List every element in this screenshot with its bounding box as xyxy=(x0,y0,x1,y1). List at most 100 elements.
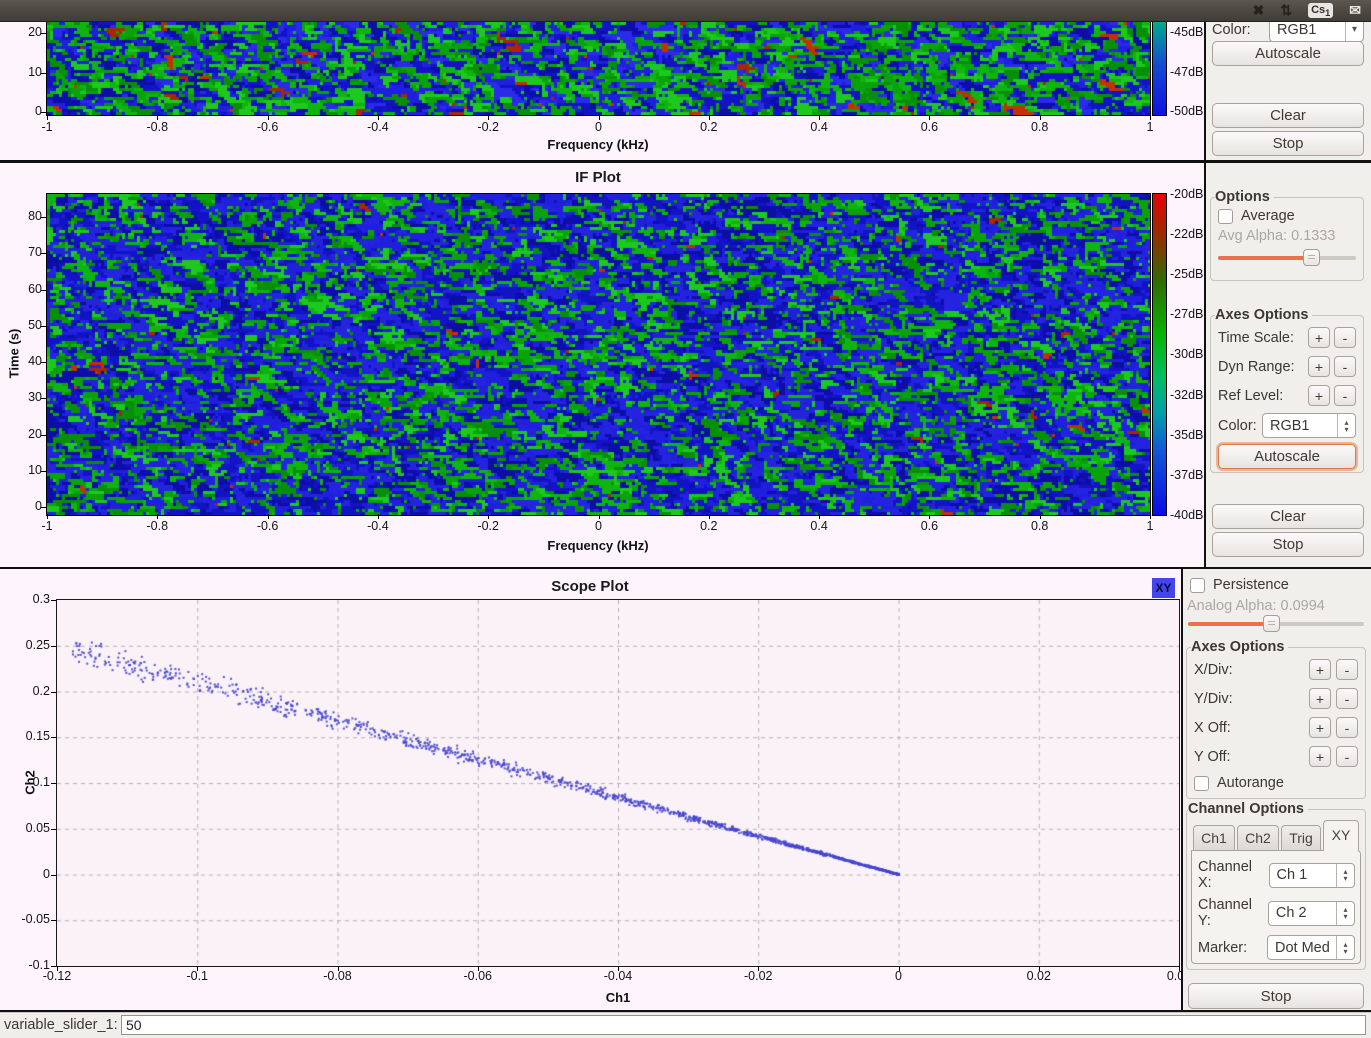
axis-tick-mark xyxy=(51,737,56,738)
axis-tick-mark xyxy=(599,115,600,120)
axis-tick-mark xyxy=(618,966,619,971)
axis-tick-mark xyxy=(1040,115,1041,120)
top-waterfall-frame xyxy=(46,21,1151,116)
axis-tick-label: 70 xyxy=(2,245,42,259)
axis-tick-label: 20 xyxy=(2,427,42,441)
axis-tick-mark xyxy=(41,507,46,508)
channel-y-spinbox[interactable]: Ch 2 ▴▾ xyxy=(1268,901,1355,926)
scope-plot-canvas[interactable] xyxy=(57,600,1179,966)
marker-spinbox[interactable]: Dot Med ▴▾ xyxy=(1267,935,1355,960)
keyboard-layout-badge[interactable]: Cs1 xyxy=(1308,3,1333,18)
y-off-plus-button[interactable]: + xyxy=(1309,746,1331,767)
axis-tick-label: 0.6 xyxy=(899,120,959,134)
time-scale-minus-button[interactable]: - xyxy=(1334,327,1356,348)
axis-tick-label: 0.15 xyxy=(10,729,50,743)
xy-mode-badge: XY xyxy=(1152,578,1175,598)
tab-xy[interactable]: XY xyxy=(1323,820,1359,851)
spinner-arrows-icon[interactable]: ▴▾ xyxy=(1336,936,1354,959)
axis-tick-label: -0.8 xyxy=(127,519,187,533)
dyn-range-label: Dyn Range: xyxy=(1218,359,1295,375)
ref-level-plus-button[interactable]: + xyxy=(1308,385,1330,406)
indicator-x-icon[interactable]: ✖ xyxy=(1253,0,1265,21)
y-div-plus-button[interactable]: + xyxy=(1309,688,1331,709)
axis-tick-label: 50 xyxy=(2,318,42,332)
scope-stop-button[interactable]: Stop xyxy=(1188,983,1364,1009)
spinner-arrows-icon[interactable]: ▴▾ xyxy=(1337,414,1355,437)
if-color-spinbox[interactable]: RGB1 ▴▾ xyxy=(1262,413,1356,438)
axis-tick-mark xyxy=(1179,966,1180,971)
axis-tick-label: 0 xyxy=(569,519,629,533)
variable-slider-input[interactable] xyxy=(121,1015,1366,1035)
axis-tick-label: -0.2 xyxy=(458,120,518,134)
dyn-range-plus-button[interactable]: + xyxy=(1308,356,1330,377)
axis-tick-label: -0.06 xyxy=(448,969,508,983)
scope-control-panel: Persistence Analog Alpha: 0.0994 Axes Op… xyxy=(1181,569,1371,1010)
axis-tick-label: 10 xyxy=(2,65,42,79)
if-clear-button[interactable]: Clear xyxy=(1212,504,1364,529)
average-checkbox[interactable] xyxy=(1218,209,1233,224)
sync-arrows-icon[interactable]: ⇅ xyxy=(1280,0,1292,21)
tab-ch2[interactable]: Ch2 xyxy=(1237,825,1279,851)
axis-tick-label: -0.04 xyxy=(588,969,648,983)
x-off-plus-button[interactable]: + xyxy=(1309,717,1331,738)
if-autoscale-button[interactable]: Autoscale xyxy=(1218,444,1356,469)
clear-button[interactable]: Clear xyxy=(1212,103,1364,128)
stop-button[interactable]: Stop xyxy=(1212,131,1364,156)
if-stop-button[interactable]: Stop xyxy=(1212,532,1364,557)
dyn-range-minus-button[interactable]: - xyxy=(1334,356,1356,377)
mail-icon[interactable]: ✉ xyxy=(1349,0,1361,21)
tab-ch1[interactable]: Ch1 xyxy=(1193,825,1235,851)
x-div-plus-button[interactable]: + xyxy=(1309,659,1331,680)
axis-tick-label: 0.4 xyxy=(789,519,849,533)
axis-tick-mark xyxy=(41,398,46,399)
axis-tick-label: 80 xyxy=(2,209,42,223)
avg-alpha-slider[interactable] xyxy=(1218,249,1356,267)
axis-tick-mark xyxy=(41,112,46,113)
axis-tick-label: -0.6 xyxy=(238,120,298,134)
axis-tick-mark xyxy=(758,966,759,971)
persistence-checkbox[interactable] xyxy=(1190,578,1205,593)
axis-tick-label: 30 xyxy=(2,390,42,404)
if-waterfall-canvas[interactable] xyxy=(47,194,1150,515)
axis-tick-mark xyxy=(41,326,46,327)
y-off-minus-button[interactable]: - xyxy=(1336,746,1358,767)
scope-plot-frame xyxy=(56,599,1180,967)
time-scale-plus-button[interactable]: + xyxy=(1308,327,1330,348)
axis-tick-label: -0.02 xyxy=(728,969,788,983)
x-off-minus-button[interactable]: - xyxy=(1336,717,1358,738)
analog-alpha-slider-handle[interactable] xyxy=(1263,615,1280,632)
axis-tick-mark xyxy=(41,435,46,436)
axis-tick-label: 0.1 xyxy=(10,775,50,789)
color-dropdown[interactable]: RGB1 ▾ xyxy=(1269,21,1364,42)
avg-alpha-slider-handle[interactable] xyxy=(1303,249,1320,266)
ref-level-label: Ref Level: xyxy=(1218,388,1283,404)
top-waterfall-canvas[interactable] xyxy=(47,22,1150,115)
y-div-minus-button[interactable]: - xyxy=(1336,688,1358,709)
spinner-arrows-icon[interactable]: ▴▾ xyxy=(1336,864,1354,887)
axis-tick-mark xyxy=(51,966,56,967)
axis-tick-label: 0.8 xyxy=(1010,519,1070,533)
tab-trig[interactable]: Trig xyxy=(1281,825,1321,851)
x-div-minus-button[interactable]: - xyxy=(1336,659,1358,680)
axis-tick-label: -0.1 xyxy=(167,969,227,983)
top-x-axis-label: Frequency (kHz) xyxy=(498,137,698,152)
channel-x-spinbox[interactable]: Ch 1 ▴▾ xyxy=(1269,863,1356,888)
autoscale-button[interactable]: Autoscale xyxy=(1212,41,1364,66)
axis-tick-label: 60 xyxy=(2,282,42,296)
spinner-arrows-icon[interactable]: ▴▾ xyxy=(1336,902,1354,925)
dropdown-arrow-icon: ▾ xyxy=(1345,21,1363,41)
if-plot-section: IF Plot Time (s) 80706050403020100 -1-0.… xyxy=(0,163,1371,569)
x-div-label: X/Div: xyxy=(1194,662,1233,678)
axis-tick-label: 0.02 xyxy=(1009,969,1069,983)
time-scale-label: Time Scale: xyxy=(1218,330,1294,346)
if-axes-groupbox: Axes Options Time Scale: + - Dyn Range: … xyxy=(1210,307,1364,473)
axis-tick-label: 0 xyxy=(2,104,42,118)
x-off-label: X Off: xyxy=(1194,720,1231,736)
axis-tick-label: -0.12 xyxy=(27,969,87,983)
analog-alpha-slider[interactable] xyxy=(1188,615,1364,633)
if-waterfall-frame xyxy=(46,193,1151,516)
autorange-checkbox[interactable] xyxy=(1194,776,1209,791)
options-groupbox-title: Options xyxy=(1215,189,1274,205)
ref-level-minus-button[interactable]: - xyxy=(1334,385,1356,406)
channel-y-label: Channel Y: xyxy=(1198,897,1268,929)
